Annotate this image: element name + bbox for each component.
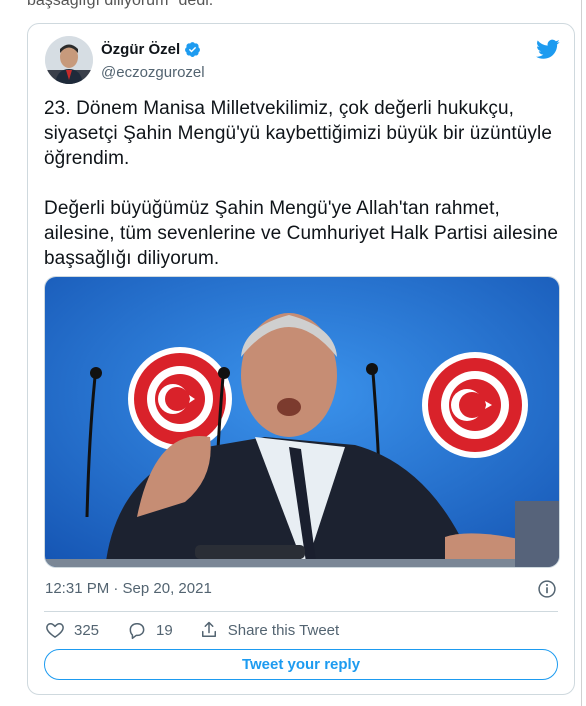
tweet-paragraph: Değerli büyüğümüz Şahin Mengü'ye Allah't…: [44, 198, 559, 269]
embedded-tweet-card[interactable]: Özgür Özel @eczozgurozel 23. Dönem Manis…: [27, 23, 575, 695]
reply-action-button[interactable]: 19: [127, 620, 173, 640]
author-name-text: Özgür Özel: [101, 41, 181, 58]
verified-badge-icon: [185, 42, 201, 57]
avatar[interactable]: [45, 36, 93, 84]
partial-article-text: başsağlığı diliyorum" dedi.: [27, 0, 214, 9]
speech-bubble-icon: [129, 623, 145, 640]
parliament-seal-left: [128, 347, 232, 451]
reply-count: 19: [156, 621, 173, 639]
author-name[interactable]: Özgür Özel: [101, 41, 201, 58]
tweet-text: 23. Dönem Manisa Milletvekilimiz, çok de…: [44, 96, 564, 271]
parliament-seal-right: [422, 352, 528, 458]
divider: [44, 611, 558, 612]
tweet-photo[interactable]: [44, 276, 560, 568]
tweet-your-reply-button[interactable]: Tweet your reply: [44, 649, 558, 680]
heart-icon: [46, 623, 64, 638]
author-handle[interactable]: @eczozgurozel: [101, 64, 205, 81]
twitter-bird-icon[interactable]: [536, 37, 560, 61]
like-count: 325: [74, 621, 100, 639]
tweet-actions: 325 19 Share this Tweet: [45, 618, 339, 642]
like-button[interactable]: 325: [45, 620, 99, 640]
page-right-border: [581, 0, 582, 706]
tweet-timestamp[interactable]: 12:31 PM · Sep 20, 2021: [45, 580, 212, 597]
tweet-paragraph: 23. Dönem Manisa Milletvekilimiz, çok de…: [44, 98, 552, 169]
share-icon: [201, 621, 216, 637]
share-label: Share this Tweet: [227, 621, 340, 639]
share-button[interactable]: Share this Tweet: [199, 620, 339, 640]
info-icon[interactable]: [537, 579, 557, 599]
